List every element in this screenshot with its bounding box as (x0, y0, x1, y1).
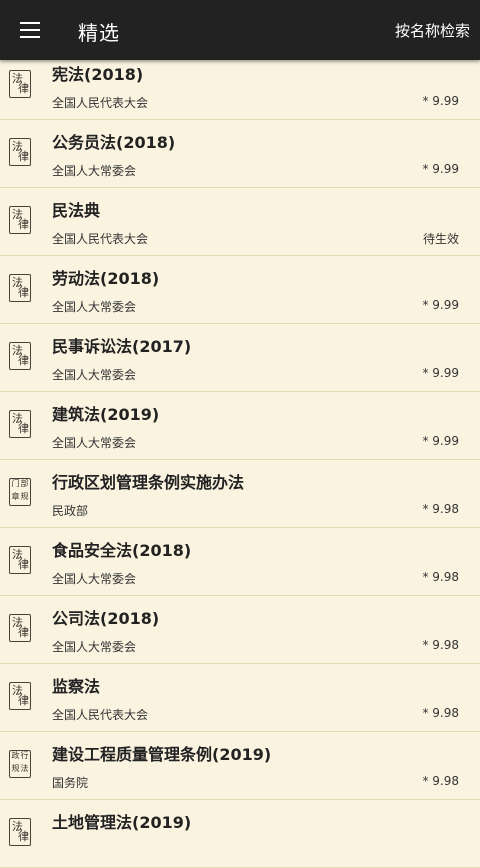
law-list: 法律宪法(2018) 全国人民代表大会 * 9.99 法律公务员法(2018) 全国人大… (0, 52, 480, 868)
item-score: * 9.98 (422, 638, 459, 652)
seal-text: 行政 (11, 751, 29, 759)
list-item[interactable]: 法律 建筑法(2019) 全国人大常委会 * 9.99 (0, 392, 480, 460)
category-seal-icon: 法律 (9, 818, 31, 846)
seal-text: 律 (18, 558, 29, 571)
item-score: * 9.98 (422, 706, 459, 720)
category-seal-icon: 部门 规章 (9, 478, 31, 506)
search-by-name-button[interactable]: 按名称检索 (395, 20, 470, 41)
list-item[interactable]: 法律 公务员法(2018) 全国人大常委会 * 9.99 (0, 120, 480, 188)
seal-text: 律 (18, 82, 29, 95)
item-issuer: 全国人大常委会 (52, 572, 137, 586)
seal-text: 律 (18, 830, 29, 843)
item-issuer: 全国人民代表大会 (52, 232, 149, 246)
item-score: 待生效 (422, 232, 459, 246)
item-issuer: 国务院 (52, 776, 89, 790)
item-score: * 9.98 (422, 570, 459, 584)
list-item[interactable]: 部门规章 行政区划管理条例实施办法民政部 * 9.98 (0, 460, 480, 528)
category-seal-icon: 法律 (9, 342, 31, 370)
item-title: 公务员法(2018) (52, 133, 176, 152)
item-issuer: 全国人大常委会 (52, 436, 137, 450)
item-issuer: 全国人大常委会 (52, 300, 137, 314)
item-score: * 9.99 (422, 298, 459, 312)
seal-text: 法规 (11, 764, 29, 772)
list-item[interactable]: 法律 土地管理法(2019) (0, 800, 480, 868)
list-item[interactable]: 行政法规 建设工程质量管理条例(2019) 国务院 * 9.98 (0, 732, 480, 800)
category-seal-icon: 法律 (9, 206, 31, 234)
item-title: 劳动法(2018) (52, 269, 160, 288)
seal-text: 法 (12, 820, 23, 833)
category-seal-icon: 法律 (9, 274, 31, 302)
list-item[interactable]: 法律 民法典全国人民代表大会 待生效 (0, 188, 480, 256)
item-score: * 9.98 (422, 774, 459, 788)
app-header: 精选 按名称检索 (0, 0, 480, 60)
category-seal-icon: 行政 法规 (9, 750, 31, 778)
menu-bar (20, 22, 40, 24)
seal-text: 律 (18, 626, 29, 639)
item-issuer: 全国人大常委会 (52, 640, 137, 654)
category-seal-icon: 法律 (9, 682, 31, 710)
menu-icon[interactable] (10, 12, 50, 48)
seal-text: 律 (18, 218, 29, 231)
item-issuer: 全国人大常委会 (52, 164, 137, 178)
list-item[interactable]: 法律 食品安全法(2018) 全国人大常委会 * 9.98 (0, 528, 480, 596)
item-title: 监察法 (52, 677, 101, 696)
item-title: 宪法(2018) (52, 65, 144, 84)
seal-text: 律 (18, 286, 29, 299)
item-score: * 9.98 (422, 502, 459, 516)
item-title: 行政区划管理条例实施办法 (52, 473, 245, 492)
list-item[interactable]: 法律 公司法(2018) 全国人大常委会 * 9.98 (0, 596, 480, 664)
seal-text: 律 (18, 422, 29, 435)
seal-text: 部门 (11, 479, 29, 487)
list-item[interactable]: 法律 民事诉讼法(2017) 全国人大常委会 * 9.99 (0, 324, 480, 392)
seal-text: 规章 (11, 492, 29, 500)
item-score: * 9.99 (422, 94, 459, 108)
menu-bar (20, 29, 40, 31)
seal-text: 律 (18, 694, 29, 707)
item-issuer: 民政部 (52, 504, 89, 518)
item-title: 民法典 (52, 201, 101, 220)
item-score: * 9.99 (422, 366, 459, 380)
category-seal-icon: 法律 (9, 546, 31, 574)
item-title: 建筑法(2019) (52, 405, 160, 424)
seal-text: 律 (18, 354, 29, 367)
seal-text: 律 (18, 150, 29, 163)
item-title: 建设工程质量管理条例(2019) (52, 745, 272, 764)
item-issuer: 全国人民代表大会 (52, 96, 149, 110)
category-seal-icon: 法律 (9, 138, 31, 166)
item-title: 公司法(2018) (52, 609, 160, 628)
list-item[interactable]: 法律 劳动法(2018) 全国人大常委会 * 9.99 (0, 256, 480, 324)
item-title: 土地管理法(2019) (52, 813, 192, 832)
item-title: 民事诉讼法(2017) (52, 337, 192, 356)
list-item[interactable]: 法律 宪法(2018) 全国人民代表大会 * 9.99 (0, 52, 480, 120)
item-issuer: 全国人大常委会 (52, 368, 137, 382)
item-score: * 9.99 (422, 162, 459, 176)
item-title: 食品安全法(2018) (52, 541, 192, 560)
category-seal-icon: 法律 (9, 70, 31, 98)
list-item[interactable]: 法律 监察法全国人民代表大会 * 9.98 (0, 664, 480, 732)
category-seal-icon: 法律 (9, 614, 31, 642)
category-seal-icon: 法律 (9, 410, 31, 438)
item-issuer: 全国人民代表大会 (52, 708, 149, 722)
item-score: * 9.99 (422, 434, 459, 448)
page-title: 精选 (78, 21, 120, 45)
menu-bar (20, 36, 40, 38)
